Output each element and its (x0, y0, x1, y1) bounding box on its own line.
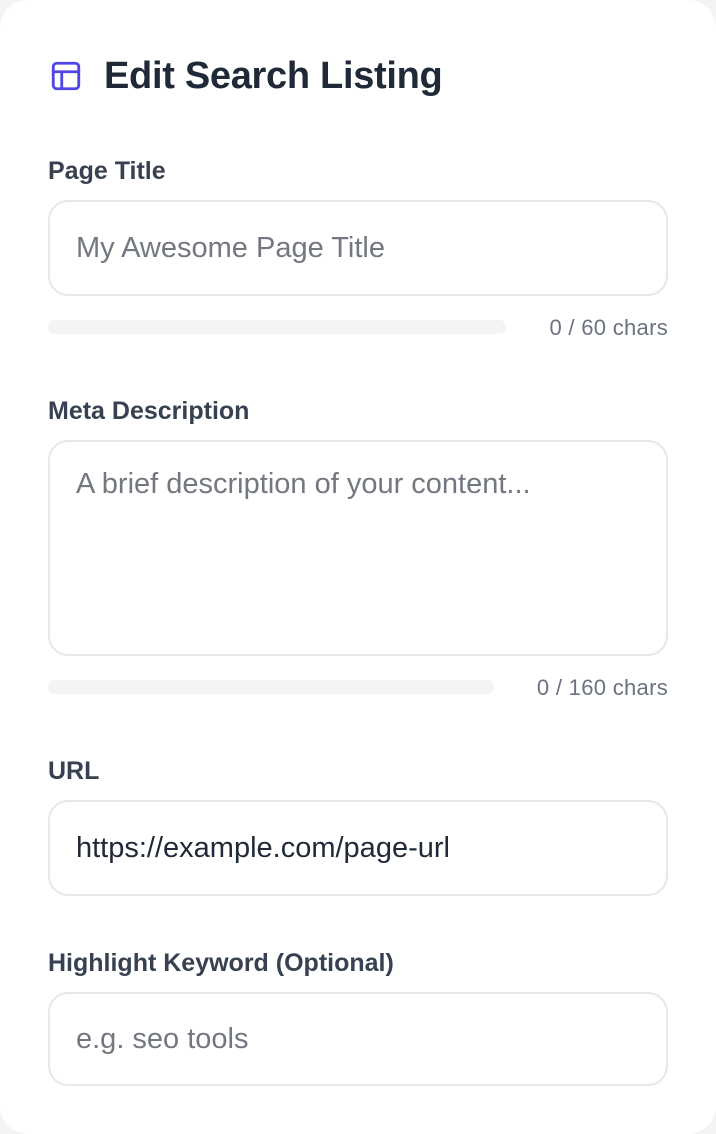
layout-icon (48, 58, 84, 94)
url-input[interactable] (48, 800, 668, 896)
edit-search-listing-panel: Edit Search Listing Page Title 0 / 60 ch… (0, 0, 716, 1134)
panel-header: Edit Search Listing (48, 52, 443, 100)
page-title-char-counter: 0 / 60 chars (549, 315, 668, 340)
meta-description-label: Meta Description (48, 397, 250, 425)
meta-description-char-counter: 0 / 160 chars (536, 675, 668, 700)
meta-description-textarea[interactable] (48, 440, 668, 656)
highlight-keyword-label: Highlight Keyword (Optional) (48, 949, 394, 977)
page-title-label: Page Title (48, 157, 166, 185)
page-title-progress-bar (48, 320, 506, 334)
page-title: Edit Search Listing (104, 54, 443, 97)
highlight-keyword-input[interactable] (48, 992, 668, 1086)
meta-description-progress-bar (48, 680, 494, 694)
url-label: URL (48, 757, 100, 785)
page-title-input[interactable] (48, 200, 668, 296)
